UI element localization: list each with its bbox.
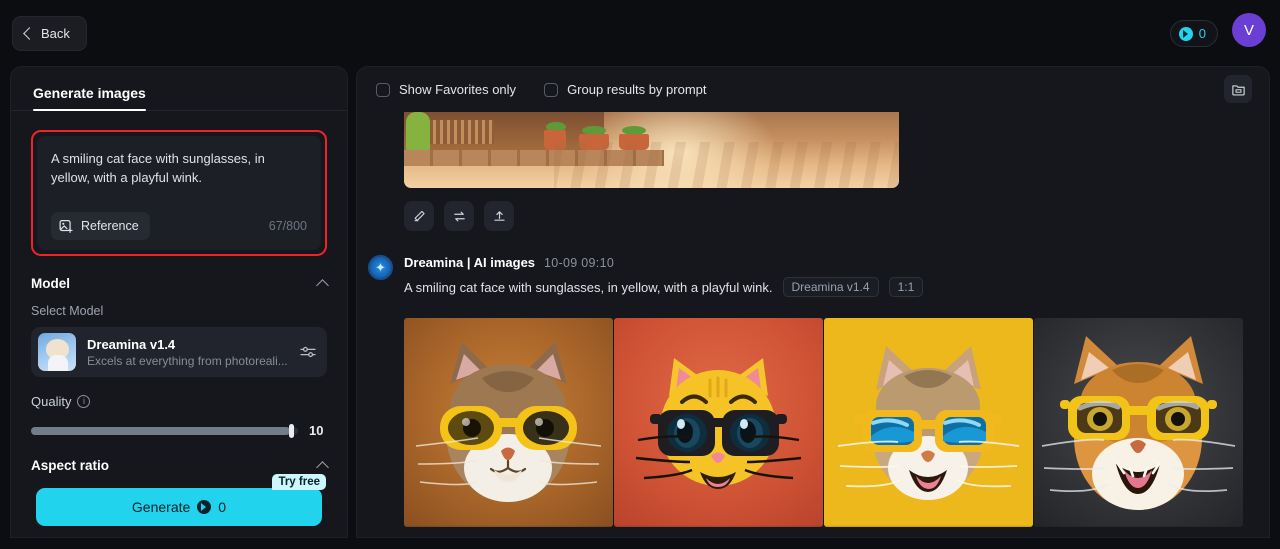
credit-coin-icon	[1178, 26, 1193, 41]
back-button[interactable]: Back	[12, 16, 87, 51]
credits-badge[interactable]: 0	[1169, 20, 1218, 47]
quality-slider-row: 10	[11, 423, 347, 438]
result-image-grid	[404, 318, 1269, 527]
result-timestamp: 10-09 09:10	[544, 256, 615, 270]
model-card[interactable]: Dreamina v1.4 Excels at everything from …	[31, 327, 327, 377]
chevron-left-icon	[23, 27, 36, 40]
select-model-label: Select Model	[31, 304, 104, 318]
model-meta: Dreamina v1.4 Excels at everything from …	[87, 337, 288, 368]
prompt-highlight-frame: A smiling cat face with sunglasses, in y…	[31, 130, 327, 256]
results-feed[interactable]: Dreamina | AI images 10-09 09:10 A smili…	[357, 112, 1269, 537]
quality-row: Quality i	[11, 394, 347, 409]
quality-slider-fill	[31, 426, 290, 435]
cat-illustration	[837, 346, 1020, 500]
chevron-up-icon[interactable]	[316, 460, 329, 474]
result-prompt: A smiling cat face with sunglasses, in y…	[404, 279, 773, 295]
result-header: Dreamina | AI images 10-09 09:10 A smili…	[368, 255, 1269, 297]
checkbox-box[interactable]	[376, 82, 390, 97]
panel-tabs: Generate images	[11, 67, 347, 111]
generate-button-wrap: Generate 0 Try free	[11, 474, 347, 526]
app-root: Back 0 V Generate images A smiling cat f…	[0, 0, 1280, 549]
quality-label: Quality	[31, 394, 72, 409]
result-image-1[interactable]	[404, 318, 613, 527]
previous-result-image[interactable]	[404, 112, 899, 188]
reference-button-label: Reference	[81, 219, 139, 233]
results-toolbar: Show Favorites only Group results by pro…	[357, 67, 1269, 112]
quality-slider[interactable]	[31, 423, 298, 438]
porch-railing	[426, 120, 494, 144]
back-button-label: Back	[41, 26, 70, 41]
show-favorites-label: Show Favorites only	[399, 82, 517, 97]
sparkle-avatar-icon	[368, 255, 393, 280]
archive-button[interactable]	[1224, 75, 1252, 103]
quality-value: 10	[309, 423, 324, 438]
aspect-ratio-section-header[interactable]: Aspect ratio	[11, 455, 347, 475]
model-section-title: Model	[31, 275, 70, 291]
result-author-row: Dreamina | AI images 10-09 09:10	[404, 255, 1269, 270]
checkbox-box[interactable]	[544, 82, 559, 97]
result-author: Dreamina | AI images	[404, 255, 536, 270]
result-image-2[interactable]	[614, 318, 823, 527]
model-name: Dreamina v1.4	[87, 336, 176, 352]
regenerate-button[interactable]	[444, 201, 474, 231]
cactus	[406, 112, 430, 152]
dirt-road	[554, 142, 899, 188]
previous-result-actions	[404, 201, 1269, 231]
model-description: Excels at everything from photoreali...	[87, 353, 288, 368]
avatar-initial: V	[1243, 21, 1254, 39]
cat-illustration	[415, 342, 602, 502]
tab-label: Generate images	[33, 85, 146, 101]
chip-model: Dreamina v1.4	[782, 277, 879, 297]
credits-value: 0	[1198, 26, 1206, 41]
show-favorites-checkbox[interactable]: Show Favorites only	[376, 82, 516, 97]
export-button[interactable]	[484, 201, 514, 231]
swap-arrows-icon	[453, 211, 465, 221]
prompt-box[interactable]: A smiling cat face with sunglasses, in y…	[37, 136, 321, 250]
folder-icon	[1231, 84, 1245, 96]
avatar[interactable]: V	[1232, 13, 1266, 47]
info-icon[interactable]: i	[77, 395, 91, 408]
result-image-3[interactable]	[824, 318, 1033, 527]
prompt-input[interactable]: A smiling cat face with sunglasses, in y…	[51, 149, 307, 198]
aspect-ratio-title: Aspect ratio	[31, 457, 110, 473]
model-thumbnail	[38, 333, 76, 371]
generate-panel: Generate images A smiling cat face with …	[10, 66, 348, 538]
cat-illustration	[1041, 336, 1236, 510]
results-panel: Show Favorites only Group results by pro…	[356, 66, 1270, 538]
quality-slider-thumb[interactable]	[288, 423, 294, 438]
tab-generate-images[interactable]: Generate images	[33, 85, 146, 111]
generate-button-label: Generate	[131, 499, 191, 515]
upload-icon	[493, 210, 505, 221]
group-by-prompt-label: Group results by prompt	[567, 82, 707, 97]
result-image-4[interactable]	[1034, 318, 1243, 527]
chevron-up-icon[interactable]	[316, 278, 329, 292]
edit-button[interactable]	[404, 201, 434, 231]
pencil-icon	[413, 210, 425, 221]
result-meta: Dreamina | AI images 10-09 09:10 A smili…	[404, 255, 1269, 297]
result-prompt-row: A smiling cat face with sunglasses, in y…	[404, 277, 1269, 297]
char-counter: 67/800	[268, 219, 307, 233]
credit-coin-icon	[197, 500, 212, 514]
group-by-prompt-checkbox[interactable]: Group results by prompt	[544, 82, 707, 97]
generate-button[interactable]: Generate 0 Try free	[36, 474, 326, 526]
image-plus-icon	[59, 219, 73, 233]
sliders-icon[interactable]	[299, 345, 317, 359]
top-bar: Back 0 V	[0, 0, 1280, 66]
chip-ratio: 1:1	[888, 277, 924, 297]
cat-illustration	[635, 358, 802, 489]
reference-button[interactable]: Reference	[51, 212, 150, 240]
prompt-footer: Reference 67/800	[51, 212, 307, 240]
generate-cost: 0	[218, 499, 227, 515]
model-section-header[interactable]: Model	[11, 273, 347, 293]
try-free-badge: Try free	[272, 474, 326, 490]
